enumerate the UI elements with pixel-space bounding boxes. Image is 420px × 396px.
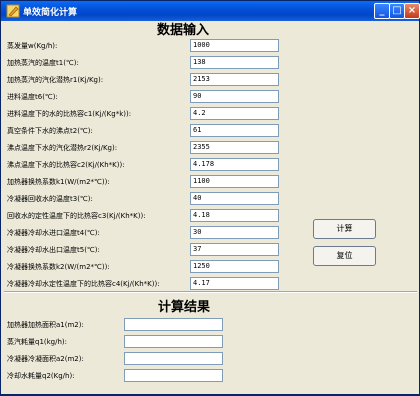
result-output[interactable] (124, 335, 223, 348)
result-output[interactable] (124, 318, 223, 331)
field-label: 进料温度t6(℃): (7, 93, 58, 101)
field-input[interactable]: 1250 (190, 260, 279, 273)
field-input[interactable]: 138 (190, 56, 279, 69)
result-label: 加热器加热面积a1(m2): (7, 321, 84, 329)
field-label: 加热蒸汽的汽化潜热r1(Kj/Kg): (7, 76, 104, 84)
field-input[interactable]: 90 (190, 90, 279, 103)
field-input[interactable]: 4.17 (190, 277, 279, 290)
field-label: 加热蒸汽的温度t1(℃): (7, 59, 79, 67)
field-input[interactable]: 4.2 (190, 107, 279, 120)
field-label: 回收水的定性温度下的比热容c3(Kj/(Kh*K)): (7, 212, 146, 220)
result-heading: 计算结果 (158, 300, 211, 315)
maximize-button[interactable]: □ (389, 3, 405, 19)
result-label: 冷却水耗量q2(Kg/h): (7, 372, 75, 380)
minimize-button[interactable]: _ (374, 3, 390, 19)
field-label: 沸点温度下水的比热容c2(Kj/(Kh*K)): (7, 161, 125, 169)
title-bar[interactable]: 单效简化计算 _ □ × (1, 1, 420, 21)
field-label: 冷凝器换热系数k2(W/(m2*℃)): (7, 263, 110, 271)
field-input[interactable]: 4.18 (190, 209, 279, 222)
result-label: 蒸汽耗量q1(kg/h): (7, 338, 68, 346)
input-heading: 数据输入 (157, 23, 210, 38)
field-input[interactable]: 30 (190, 226, 279, 239)
field-label: 真空条件下水的沸点t2(℃): (7, 127, 93, 135)
window-title: 单效简化计算 (23, 8, 78, 18)
field-input[interactable]: 37 (190, 243, 279, 256)
field-input[interactable]: 2355 (190, 141, 279, 154)
field-label: 冷凝器冷却水进口温度t4(℃): (7, 229, 100, 237)
field-label: 沸点温度下水的汽化潜热r2(Kj/Kg): (7, 144, 118, 152)
result-output[interactable] (124, 352, 223, 365)
field-input[interactable]: 4.178 (190, 158, 279, 171)
close-button[interactable]: × (404, 3, 420, 19)
field-input[interactable]: 1100 (190, 175, 279, 188)
field-label: 冷凝器回收水的温度t3(℃): (7, 195, 93, 203)
field-label: 冷凝器冷却水定性温度下的比热容c4(Kj/(Kh*K)): (7, 280, 160, 288)
field-input[interactable]: 40 (190, 192, 279, 205)
result-output[interactable] (124, 369, 223, 382)
form-panel: 数据输入 蒸发量w(Kg/h): 1000 加热蒸汽的温度t1(℃): 138 加热蒸汽… (4, 22, 417, 394)
field-label: 蒸发量w(Kg/h): (7, 42, 58, 50)
field-label: 加热器换热系数k1(W/(m2*℃)): (7, 178, 110, 186)
field-input[interactable]: 61 (190, 124, 279, 137)
field-input[interactable]: 2153 (190, 73, 279, 86)
field-label: 进料温度下的水的比热容c1(Kj/(Kg*k)): (7, 110, 132, 118)
reset-button[interactable]: 复位 (313, 246, 376, 266)
field-label: 冷凝器冷却水出口温度t5(℃): (7, 246, 100, 254)
field-input[interactable]: 1000 (190, 39, 279, 52)
app-window: 单效简化计算 _ □ × 数据输入 蒸发量w(Kg/h): 1000 加热蒸汽的温度… (0, 0, 420, 396)
calculate-button[interactable]: 计算 (313, 219, 376, 239)
section-divider (4, 291, 417, 293)
pencil-icon (6, 4, 20, 18)
result-label: 冷凝器冷凝面积a2(m2): (7, 355, 84, 363)
